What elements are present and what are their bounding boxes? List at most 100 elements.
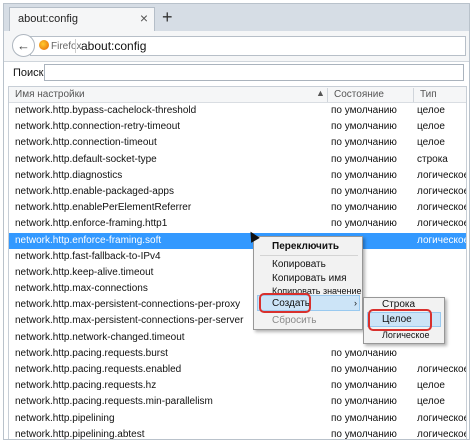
navigation-bar: Firefox about:config ← [4, 31, 469, 62]
pref-status: по умолчанию [331, 380, 397, 392]
pref-name: network.http.enforce-framing.http1 [15, 218, 168, 230]
table-row[interactable]: network.http.pacing.requests.hz по умолча… [9, 378, 466, 394]
pref-name: network.http.network-changed.timeout [15, 331, 185, 343]
pref-type: целое [417, 396, 445, 408]
column-divider[interactable] [327, 88, 328, 102]
pref-name: network.http.max-connections [15, 283, 148, 295]
tab-strip: about:config × + [4, 4, 469, 31]
submenu-arrow-icon: › [354, 298, 357, 308]
identity-label: Firefox [51, 41, 82, 52]
create-submenu: Строка Целое Логическое [363, 297, 445, 344]
pref-type: логическое [417, 185, 467, 197]
pref-status: по умолчанию [331, 121, 397, 133]
pref-status: по умолчанию [331, 412, 397, 424]
new-tab-button[interactable]: + [162, 7, 173, 28]
pref-type: логическое [417, 169, 467, 181]
submenu-item-boolean[interactable]: Логическое [382, 330, 429, 340]
pref-name: network.http.max-persistent-connections-… [15, 315, 244, 327]
table-row[interactable]: network.http.pacing.requests.enabled по у… [9, 362, 466, 378]
tab-title: about:config [18, 13, 78, 25]
menu-item-copy[interactable]: Копировать [272, 259, 326, 270]
pref-type: логическое [417, 364, 467, 375]
pref-status: по умолчанию [331, 364, 397, 375]
pref-name: network.http.max-persistent-connections-… [15, 299, 241, 311]
pref-name: network.http.enable-packaged-apps [15, 185, 174, 197]
browser-window: about:config × + Firefox about:config ← … [3, 3, 470, 440]
table-row[interactable]: network.http.fast-fallback-to-IPv4 [9, 249, 466, 265]
firefox-icon [39, 40, 49, 50]
pref-status: по умолчанию [331, 105, 397, 116]
table-row[interactable]: network.http.keep-alive.timeout [9, 265, 466, 281]
pref-status: по умолчанию [331, 428, 397, 440]
pref-type: целое [417, 105, 445, 116]
table-row[interactable]: network.http.enable-packaged-apps по умол… [9, 184, 466, 200]
pref-type: целое [417, 137, 445, 149]
pref-name: network.http.keep-alive.timeout [15, 266, 154, 278]
pref-type: логическое [417, 428, 467, 440]
pref-status: по умолчанию [331, 169, 397, 181]
url-text[interactable]: about:config [81, 39, 146, 53]
column-header-name[interactable]: Имя настройки [15, 89, 85, 100]
table-row[interactable]: network.http.pipelining.abtest по умолчан… [9, 427, 467, 440]
pref-name: network.http.pacing.requests.burst [15, 347, 168, 359]
pref-name: network.http.pipelining.abtest [15, 428, 145, 440]
table-row[interactable]: network.http.enablePerElementReferrer по … [9, 200, 466, 216]
highlight-box-integer [368, 309, 432, 331]
pref-type: логическое [417, 234, 467, 246]
highlight-box-create [259, 293, 311, 313]
pref-name: network.http.fast-fallback-to-IPv4 [15, 250, 161, 262]
pref-name: network.http.enablePerElementReferrer [15, 202, 192, 214]
menu-item-copy-name[interactable]: Копировать имя [272, 273, 347, 284]
table-row[interactable]: network.http.pacing.requests.burst по умо… [9, 346, 466, 362]
table-row[interactable]: network.http.connection-timeout по умолча… [9, 135, 466, 151]
preferences-table: Имя настройки ▲ Состояние Тип network.ht… [8, 86, 467, 440]
menu-item-toggle[interactable]: Переключить [272, 241, 339, 252]
url-separator [75, 39, 76, 53]
table-body: network.http.bypass-cachelock-threshold п… [9, 103, 467, 440]
table-row[interactable]: network.http.enforce-framing.http1 по умо… [9, 216, 466, 232]
context-menu: Переключить Копировать Копировать имя Ко… [253, 236, 363, 330]
table-row[interactable]: network.http.connection-retry-timeout по … [9, 119, 466, 135]
search-input[interactable] [44, 64, 464, 81]
pref-status: по умолчанию [331, 137, 397, 149]
tab-about-config[interactable]: about:config × [9, 7, 155, 31]
column-header-status[interactable]: Состояние [334, 89, 384, 100]
pref-name: network.http.enforce-framing.soft [15, 234, 162, 246]
column-header-type[interactable]: Тип [420, 89, 437, 100]
pref-name: network.http.connection-timeout [15, 137, 157, 149]
pref-name: network.http.pacing.requests.hz [15, 380, 157, 392]
pref-status: по умолчанию [331, 153, 397, 165]
table-row[interactable]: network.http.pacing.requests.min-paralle… [9, 394, 466, 410]
table-header: Имя настройки ▲ Состояние Тип [9, 87, 466, 103]
pref-status: по умолчанию [331, 202, 397, 214]
table-row[interactable]: network.http.pipelining по умолчанию логич… [9, 411, 466, 427]
pref-name: network.http.pipelining [15, 412, 115, 424]
close-icon[interactable]: × [140, 10, 148, 26]
search-label: Поиск: [13, 67, 47, 79]
pref-type: логическое [417, 218, 467, 230]
pref-type: логическое [417, 412, 467, 424]
pref-name: network.http.default-socket-type [15, 153, 157, 165]
pref-name: network.http.pacing.requests.min-paralle… [15, 396, 213, 408]
table-row[interactable]: network.http.default-socket-type по умолч… [9, 152, 466, 168]
back-button[interactable]: ← [12, 34, 35, 57]
table-row[interactable]: network.http.bypass-cachelock-threshold п… [9, 103, 466, 119]
pref-type: строка [417, 153, 448, 165]
pref-status: по умолчанию [331, 396, 397, 408]
pref-name: network.http.connection-retry-timeout [15, 121, 181, 133]
table-row[interactable]: network.http.diagnostics по умолчанию логи… [9, 168, 466, 184]
table-row[interactable]: network.http.max-connections [9, 281, 466, 297]
pref-status: по умолчанию [331, 218, 397, 230]
pref-type: логическое [417, 202, 467, 214]
menu-separator [260, 255, 358, 256]
pref-name: network.http.diagnostics [15, 169, 123, 181]
url-bar[interactable]: Firefox about:config [30, 36, 466, 56]
sort-ascending-icon: ▲ [316, 88, 325, 98]
pref-type: целое [417, 121, 445, 133]
back-arrow-icon: ← [17, 38, 30, 53]
pref-name: network.http.pacing.requests.enabled [15, 364, 182, 375]
pref-status: по умолчанию [331, 347, 397, 359]
column-divider[interactable] [413, 88, 414, 102]
pref-status: по умолчанию [331, 185, 397, 197]
table-row[interactable]: network.http.enforce-framing.soft логичес… [9, 232, 467, 249]
